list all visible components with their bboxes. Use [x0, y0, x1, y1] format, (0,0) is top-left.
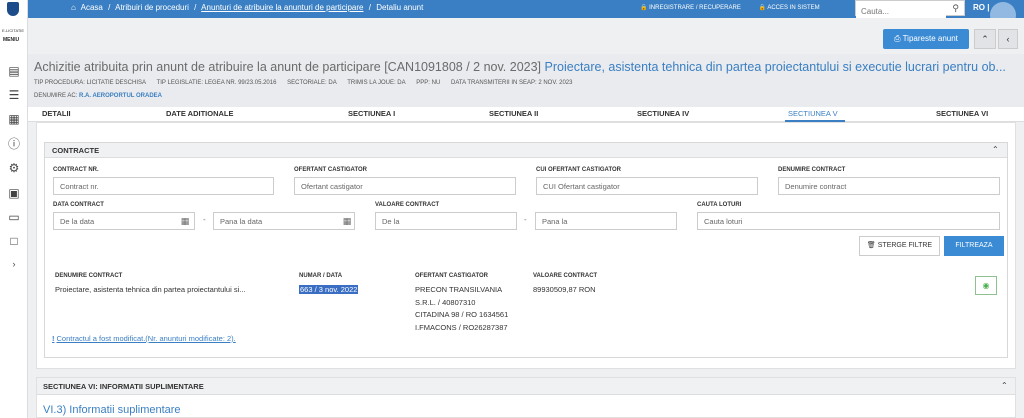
contract-modified-link[interactable]: ! Contractul a fost modificat.(Nr. anuntu…	[52, 334, 236, 343]
contracte-panel-header[interactable]	[45, 143, 1007, 158]
column-header: DENUMIRE CONTRACT	[55, 273, 123, 279]
date-from-input[interactable]	[53, 212, 195, 230]
loturi-input[interactable]	[697, 212, 1000, 230]
register-link[interactable]: 🔒 INREGISTRARE / RECUPERARE	[640, 5, 749, 11]
contract-number-date: 663 / 3 nov. 2022	[299, 285, 359, 294]
breadcrumb-detaliu: Detaliu anunt	[376, 3, 424, 12]
tab-sectiunea-ii[interactable]: SECTIUNEA II	[489, 109, 538, 118]
search-input[interactable]	[856, 4, 946, 19]
ofertant-label: OFERTANT CASTIGATOR	[294, 167, 367, 173]
monitor-icon[interactable]: ▭	[7, 210, 21, 224]
section-vi-subtitle: VI.3) Informatii suplimentare	[43, 404, 181, 416]
back-button[interactable]: ‹	[998, 29, 1018, 49]
chevron-up-icon[interactable]: ⌃	[1001, 381, 1008, 390]
help-icon[interactable]: ⓘ	[7, 137, 21, 151]
notice-title: Achizitie atribuita prin anunt de atribu…	[34, 60, 1006, 74]
notice-title-link[interactable]: Proiectare, asistenta tehnica din partea…	[545, 60, 1006, 74]
column-header: NUMAR / DATA	[299, 273, 343, 279]
section-vi-title: SECTIUNEA VI: INFORMATII SUPLIMENTARE	[43, 382, 204, 391]
list-icon[interactable]: ☰	[7, 88, 21, 102]
range-dash: -	[524, 215, 527, 224]
contracte-title: CONTRACTE	[52, 146, 100, 155]
ofertant-input[interactable]	[294, 177, 516, 195]
tab-sectiunea-v[interactable]: SECTIUNEA V	[788, 109, 838, 118]
calendar-icon[interactable]: ▦	[179, 215, 191, 227]
tab-sectiunea-i[interactable]: SECTIUNEA I	[348, 109, 395, 118]
tab-date-aditionale[interactable]: DATE ADITIONALE	[166, 109, 234, 118]
auth-links: 🔒 INREGISTRARE / RECUPERARE 🔒 ACCES IN S…	[640, 4, 836, 11]
logo-shield-icon	[7, 2, 19, 16]
cui-input[interactable]	[536, 177, 758, 195]
sidebar: ▤ ☰ ▦ ⓘ ⚙ ▣ ▭ □ ›	[0, 44, 28, 418]
winning-bidder: PRECON TRANSILVANIA S.R.L. / 40807310 CI…	[415, 285, 509, 332]
data-contract-label: DATA CONTRACT	[53, 202, 104, 208]
date-to-input[interactable]	[213, 212, 355, 230]
print-button[interactable]: ⎙ Tipareste anunt	[883, 29, 969, 49]
contract-nr-input[interactable]	[53, 177, 274, 195]
contracting-authority-link[interactable]: R.A. AEROPORTUL ORADEA	[79, 93, 162, 99]
document-icon[interactable]: ▤	[7, 64, 21, 78]
logo-text: E-LICITATIE	[2, 28, 25, 33]
cui-label: CUI OFERTANT CASTIGATOR	[536, 167, 621, 173]
home-icon[interactable]: ⌂	[71, 3, 76, 12]
menu-label[interactable]: MENIU	[3, 37, 19, 43]
denumire-input[interactable]	[778, 177, 1000, 195]
tab-sectiunea-vi[interactable]: SECTIUNEA VI	[936, 109, 988, 118]
collapse-up-button[interactable]: ⌃	[974, 29, 996, 49]
valoare-label: VALOARE CONTRACT	[375, 202, 440, 208]
column-header: OFERTANT CASTIGATOR	[415, 273, 488, 279]
view-details-button[interactable]: ◉	[975, 276, 997, 295]
map-icon[interactable]: ▦	[7, 112, 21, 126]
value-to-input[interactable]	[535, 212, 677, 230]
breadcrumb: ⌂ Acasa / Atribuiri de proceduri / Anunt…	[71, 3, 424, 12]
column-header: VALOARE CONTRACT	[533, 273, 598, 279]
breadcrumb-home[interactable]: Acasa	[81, 3, 103, 12]
tab-detalii[interactable]: DETALII	[42, 109, 71, 118]
calendar-icon[interactable]: ▦	[341, 215, 353, 227]
denumire-label: DENUMIRE CONTRACT	[778, 167, 846, 173]
expand-sidebar-icon[interactable]: ›	[7, 257, 21, 271]
breadcrumb-anunturi[interactable]: Anunturi de atribuire la anunturi de par…	[201, 3, 363, 12]
logo[interactable]: E-LICITATIE MENIU	[0, 0, 28, 44]
chat-icon[interactable]: □	[7, 234, 21, 248]
search-box[interactable]: ⚲	[855, 0, 965, 19]
contract-nr-label: CONTRACT NR.	[53, 167, 99, 173]
clear-filters-button[interactable]: 🗑 STERGE FILTRE	[859, 236, 940, 256]
notice-meta: TIP PROCEDURA: LICITATIE DESCHISA TIP LE…	[34, 80, 573, 86]
breadcrumb-atribuiri[interactable]: Atribuiri de proceduri	[115, 3, 189, 12]
tab-sectiunea-iv[interactable]: SECTIUNEA IV	[637, 109, 689, 118]
contract-name: Proiectare, asistenta tehnica din partea…	[55, 285, 246, 294]
chevron-up-icon[interactable]: ⌃	[992, 145, 999, 154]
contract-value: 89930509,87 RON	[533, 285, 596, 294]
filter-button[interactable]: FILTREAZA	[944, 236, 1004, 256]
loturi-label: CAUTA LOTURI	[697, 202, 742, 208]
range-dash: -	[203, 215, 206, 224]
login-link[interactable]: 🔒 ACCES IN SISTEM	[759, 5, 828, 11]
search-icon[interactable]: ⚲	[952, 3, 959, 14]
tools-icon[interactable]: ⚙	[7, 161, 21, 175]
contracting-authority: DENUMIRE AC: R.A. AEROPORTUL ORADEA	[34, 93, 163, 99]
subbar	[28, 18, 1024, 54]
language-switch[interactable]: RO |	[973, 3, 989, 12]
value-from-input[interactable]	[375, 212, 517, 230]
id-card-icon[interactable]: ▣	[7, 186, 21, 200]
